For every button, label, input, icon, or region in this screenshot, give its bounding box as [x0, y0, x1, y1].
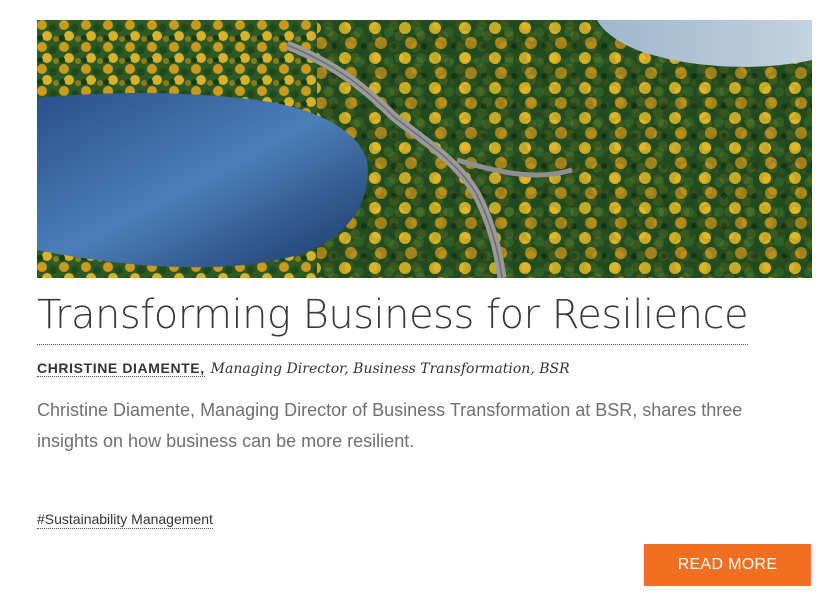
- article-title: Transforming Business for Resilience: [37, 292, 749, 338]
- forest-landscape-image: [37, 20, 812, 278]
- byline: CHRISTINE DIAMENTE, Managing Director, B…: [37, 360, 570, 377]
- article-title-link[interactable]: Transforming Business for Resilience: [37, 288, 749, 345]
- author-name-link[interactable]: CHRISTINE DIAMENTE,: [37, 360, 205, 377]
- hero-image[interactable]: [37, 20, 812, 278]
- read-more-button[interactable]: READ MORE: [644, 544, 811, 586]
- article-card: Transforming Business for Resilience CHR…: [0, 0, 832, 607]
- article-summary: Christine Diamente, Managing Director of…: [37, 400, 743, 451]
- author-role: Managing Director, Business Transformati…: [210, 361, 570, 377]
- tag-link[interactable]: #Sustainability Management: [37, 511, 213, 529]
